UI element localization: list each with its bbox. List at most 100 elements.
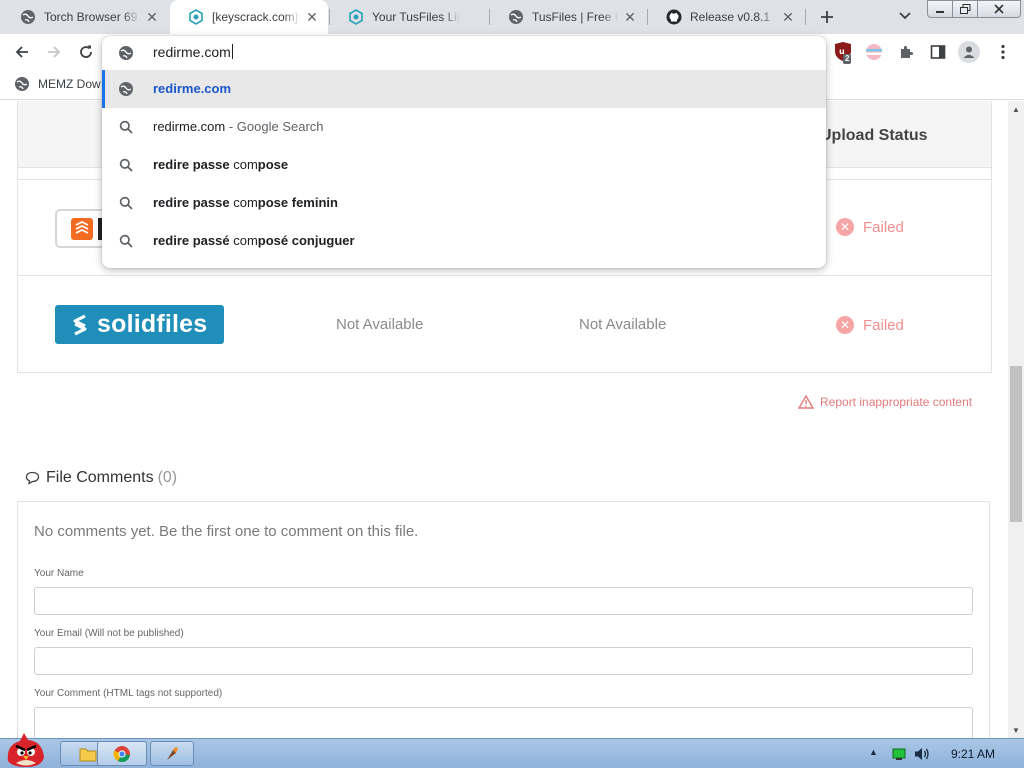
reload-button[interactable] [74, 40, 98, 64]
close-icon[interactable]: ✕ [144, 9, 160, 25]
taskbar-clock[interactable]: 9:21 AM [951, 747, 995, 761]
volume-icon[interactable] [913, 746, 931, 767]
no-comments-message: No comments yet. Be the first one to com… [34, 523, 419, 540]
tab-tusfiles-free[interactable]: TusFiles | Free File ✕ [490, 0, 646, 34]
suggestion-text-part: pose [257, 157, 289, 172]
arrow-right-icon [48, 46, 61, 58]
suggestion-text-part: redire passé [153, 233, 234, 248]
minimize-button[interactable] [927, 0, 953, 18]
menu-kebab-icon[interactable] [993, 42, 1013, 62]
extension-badge: 2 [843, 54, 852, 64]
scrollbar-thumb[interactable] [1010, 366, 1022, 522]
suggestion-text-part: redire passe [153, 157, 234, 172]
tab-title: TusFiles | Free File [532, 10, 618, 24]
suggestion-text-part: com [233, 195, 258, 210]
globe-icon [118, 81, 134, 97]
network-icon[interactable] [892, 747, 906, 766]
text-caret [231, 44, 233, 59]
comment-textarea[interactable] [34, 707, 973, 738]
close-icon [994, 4, 1004, 14]
suggestion-text: redire passe compose feminin [153, 195, 338, 210]
table-row: solidfiles Not Available Not Available ✕… [18, 275, 991, 371]
flag-extension-icon[interactable] [864, 42, 884, 62]
scroll-down-arrow-icon[interactable]: ▼ [1008, 722, 1024, 738]
chevron-down-icon [899, 12, 911, 20]
extensions-puzzle-icon[interactable] [896, 42, 916, 62]
restore-icon [959, 4, 970, 14]
suggestion-text: redire passé composé conjuguer [153, 233, 355, 248]
tab-torch-browser[interactable]: Torch Browser 69. ✕ [2, 0, 168, 34]
github-icon [666, 9, 682, 25]
error-x-icon: ✕ [836, 218, 854, 236]
back-button[interactable] [10, 40, 34, 64]
column-header-upload-status: Upload Status [820, 127, 928, 144]
bookmark-memz[interactable]: MEMZ Dow [14, 76, 101, 92]
omnibox-dropdown: redirme.com redirme.com redirme.com - Goo… [102, 36, 826, 268]
restore-button[interactable] [952, 0, 978, 18]
suggestion-url[interactable]: redirme.com [102, 70, 826, 108]
new-tab-button[interactable] [815, 5, 839, 29]
tab-strip: Torch Browser 69. ✕ [keyscrack.com]to ✕ … [0, 0, 1024, 34]
comments-title: File Comments [46, 469, 154, 486]
suggestion-search[interactable]: redirme.com - Google Search [102, 108, 826, 146]
tab-github-release[interactable]: Release v0.8.1 · ot ✕ [648, 0, 804, 34]
name-label: Your Name [34, 568, 84, 579]
comments-form: No comments yet. Be the first one to com… [17, 501, 990, 738]
search-icon [118, 195, 134, 211]
tusfiles-icon [348, 9, 364, 25]
profile-avatar-icon[interactable] [958, 41, 980, 63]
tray-overflow-arrow-icon[interactable]: ▲ [869, 747, 878, 757]
suggestion-search[interactable]: redire passé composé conjuguer [102, 222, 826, 260]
tab-separator [805, 9, 806, 25]
start-button[interactable] [2, 731, 50, 768]
tab-keyscrack[interactable]: [keyscrack.com]to ✕ [170, 0, 328, 34]
ublock-extension-icon[interactable]: u 2 [833, 42, 853, 64]
suggestion-text-part: redire passe [153, 195, 234, 210]
suggestion-search[interactable]: redire passe compose feminin [102, 184, 826, 222]
host-logo[interactable] [55, 209, 106, 248]
bookmark-label: MEMZ Dow [38, 77, 101, 91]
angry-bird-icon [7, 733, 44, 767]
name-field[interactable] [34, 587, 973, 615]
side-panel-icon[interactable] [928, 42, 948, 62]
suggestion-text-part: redirme.com [153, 119, 226, 134]
folder-icon [79, 748, 97, 761]
suggestion-text-part: redirme.com [153, 81, 232, 96]
suggestion-text: redirme.com [153, 81, 231, 96]
taskbar-app[interactable] [150, 741, 194, 766]
address-input-value: redirme.com [153, 44, 231, 60]
scroll-up-arrow-icon[interactable]: ▲ [1008, 101, 1024, 117]
close-icon[interactable]: ✕ [622, 9, 638, 25]
globe-icon [20, 9, 36, 25]
tab-tusfiles-link[interactable]: Your TusFiles Link ✕ [330, 0, 488, 34]
forward-button[interactable] [42, 40, 66, 64]
report-content-link[interactable]: Report inappropriate content [798, 395, 972, 409]
close-window-button[interactable] [977, 0, 1021, 18]
close-icon[interactable]: ✕ [304, 9, 320, 25]
status-text: Failed [863, 316, 904, 334]
taskbar-chrome[interactable] [97, 741, 147, 766]
address-input[interactable]: redirme.com [153, 44, 233, 60]
tab-title: [keyscrack.com]to [212, 10, 300, 24]
tab-search-button[interactable] [896, 7, 914, 25]
close-icon[interactable]: ✕ [780, 9, 796, 25]
comment-label: Your Comment (HTML tags not supported) [34, 688, 223, 699]
availability-cell: Not Available [579, 316, 667, 333]
page-scrollbar[interactable]: ▲ ▼ [1008, 101, 1024, 738]
address-bar[interactable]: redirme.com [102, 36, 826, 70]
tab-separator [647, 9, 648, 25]
suggestion-text-part: posé conjuguer [257, 233, 355, 248]
plus-icon [821, 11, 833, 23]
status-failed: ✕ Failed [836, 316, 904, 334]
tab-separator [489, 9, 490, 25]
error-x-icon: ✕ [836, 316, 854, 334]
solidfiles-logo-text: solidfiles [97, 310, 208, 338]
search-icon [118, 157, 134, 173]
reload-icon [80, 45, 92, 58]
email-field[interactable] [34, 647, 973, 675]
suggestion-text: redirme.com - Google Search [153, 119, 324, 134]
windows-taskbar: ▲ 9:21 AM [0, 733, 1024, 768]
solidfiles-logo[interactable]: solidfiles [55, 305, 224, 344]
search-icon [118, 233, 134, 249]
suggestion-search[interactable]: redire passe compose [102, 146, 826, 184]
